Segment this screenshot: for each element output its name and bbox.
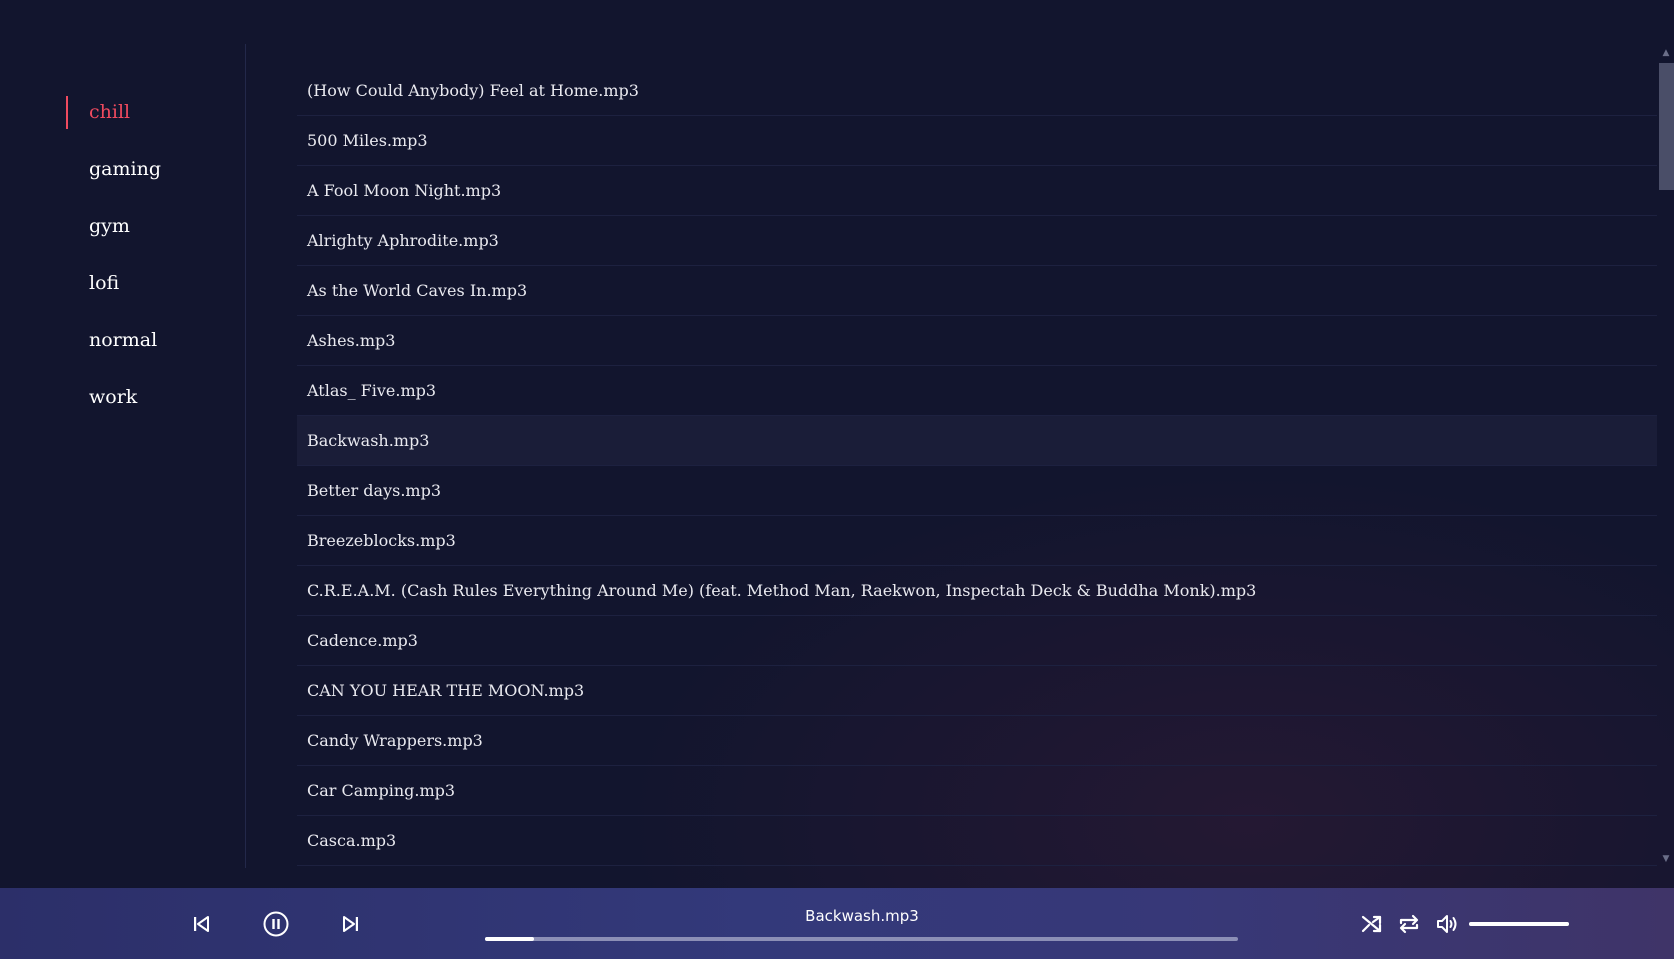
repeat-button[interactable]: [1394, 909, 1424, 939]
volume-fill: [1469, 922, 1569, 926]
volume-icon: [1437, 915, 1457, 933]
now-playing-title: Backwash.mp3: [805, 907, 919, 925]
playlist-sidebar: chill gaming gym lofi normal work: [0, 0, 246, 888]
track-row[interactable]: Alrighty Aphrodite.mp3: [297, 216, 1657, 266]
skip-previous-icon: [194, 916, 209, 932]
track-row[interactable]: Candy Wrappers.mp3: [297, 716, 1657, 766]
scroll-down-arrow-icon[interactable]: ▼: [1661, 854, 1671, 864]
track-title: (How Could Anybody) Feel at Home.mp3: [307, 81, 639, 100]
sidebar-item-gym[interactable]: gym: [66, 206, 161, 263]
track-row[interactable]: Casca.mp3: [297, 816, 1657, 866]
track-title: Better days.mp3: [307, 481, 441, 500]
track-row[interactable]: Better days.mp3: [297, 466, 1657, 516]
pause-icon: [263, 911, 289, 937]
progress-bar[interactable]: [485, 937, 1238, 941]
sidebar-item-lofi[interactable]: lofi: [66, 263, 161, 320]
track-title: Ashes.mp3: [307, 331, 396, 350]
track-title: Alrighty Aphrodite.mp3: [307, 231, 499, 250]
track-row[interactable]: Ashes.mp3: [297, 316, 1657, 366]
sidebar-item-normal[interactable]: normal: [66, 320, 161, 377]
repeat-icon: [1399, 914, 1419, 934]
sidebar-item-chill[interactable]: chill: [66, 92, 161, 149]
track-row[interactable]: Cadence.mp3: [297, 616, 1657, 666]
track-title: Backwash.mp3: [307, 431, 430, 450]
volume-button[interactable]: [1432, 909, 1462, 939]
track-row[interactable]: CAN YOU HEAR THE MOON.mp3: [297, 666, 1657, 716]
track-row[interactable]: Backwash.mp3: [297, 416, 1657, 466]
sidebar-item-label: gaming: [89, 158, 161, 180]
sidebar-item-label: gym: [89, 215, 130, 237]
track-title: Cadence.mp3: [307, 631, 418, 650]
track-row[interactable]: Car Camping.mp3: [297, 766, 1657, 816]
track-title: C.R.E.A.M. (Cash Rules Everything Around…: [307, 581, 1257, 600]
track-row[interactable]: C.R.E.A.M. (Cash Rules Everything Around…: [297, 566, 1657, 616]
track-title: As the World Caves In.mp3: [307, 281, 528, 300]
sidebar-item-work[interactable]: work: [66, 377, 161, 434]
track-row[interactable]: Atlas_ Five.mp3: [297, 366, 1657, 416]
pause-button[interactable]: [261, 909, 291, 939]
scroll-thumb[interactable]: [1659, 63, 1674, 190]
scroll-up-arrow-icon[interactable]: ▲: [1661, 48, 1671, 58]
player-bar: Backwash.mp3: [0, 888, 1674, 959]
track-row[interactable]: As the World Caves In.mp3: [297, 266, 1657, 316]
volume-slider[interactable]: [1469, 922, 1569, 926]
next-button[interactable]: [336, 909, 366, 939]
playlist-list: chill gaming gym lofi normal work: [66, 92, 161, 434]
sidebar-item-gaming[interactable]: gaming: [66, 149, 161, 206]
track-title: Casca.mp3: [307, 831, 397, 850]
sidebar-item-label: work: [89, 386, 138, 408]
track-title: Breezeblocks.mp3: [307, 531, 456, 550]
shuffle-icon: [1361, 915, 1382, 933]
track-title: Car Camping.mp3: [307, 781, 456, 800]
sidebar-item-label: normal: [89, 329, 158, 351]
track-title: CAN YOU HEAR THE MOON.mp3: [307, 681, 585, 700]
track-title: A Fool Moon Night.mp3: [307, 181, 502, 200]
track-row[interactable]: 500 Miles.mp3: [297, 116, 1657, 166]
shuffle-button[interactable]: [1357, 909, 1387, 939]
track-list: (How Could Anybody) Feel at Home.mp3 500 …: [297, 66, 1657, 866]
skip-next-icon: [343, 916, 358, 932]
sidebar-divider: [245, 44, 246, 868]
track-title: Atlas_ Five.mp3: [307, 381, 437, 400]
track-list-scrollbar[interactable]: ▲ ▼: [1657, 44, 1674, 868]
track-title: 500 Miles.mp3: [307, 131, 428, 150]
sidebar-item-label: lofi: [89, 272, 120, 294]
progress-fill: [485, 937, 534, 941]
music-player-app: chill gaming gym lofi normal work (How Could …: [0, 0, 1674, 959]
sidebar-item-label: chill: [89, 101, 131, 123]
previous-button[interactable]: [186, 909, 216, 939]
track-title: Candy Wrappers.mp3: [307, 731, 483, 750]
track-row[interactable]: A Fool Moon Night.mp3: [297, 166, 1657, 216]
track-row[interactable]: (How Could Anybody) Feel at Home.mp3: [297, 66, 1657, 116]
track-row[interactable]: Breezeblocks.mp3: [297, 516, 1657, 566]
